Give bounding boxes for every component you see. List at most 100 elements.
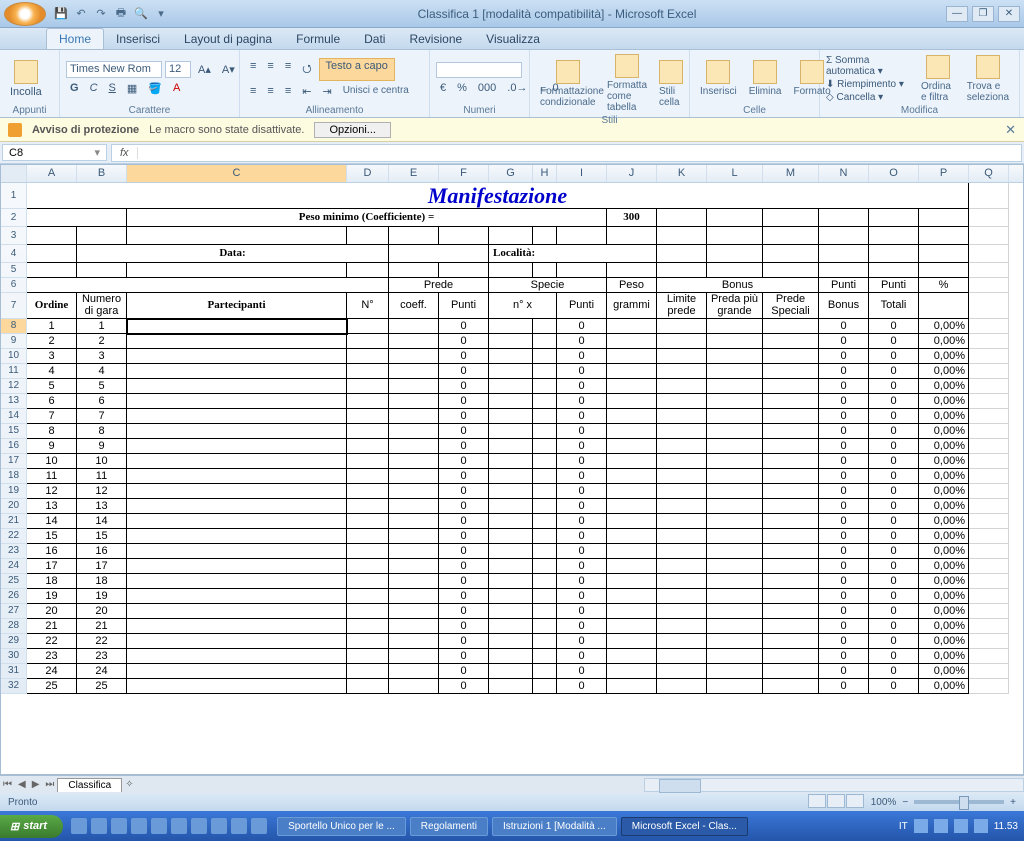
undo-icon[interactable]: ↶ [74,7,88,21]
col-N[interactable]: N [819,165,869,182]
delete-cells-button[interactable]: Elimina [745,58,786,99]
indent-inc-button[interactable]: ⇥ [318,83,335,100]
shrink-font-button[interactable]: A▾ [218,61,239,78]
cell-styles-button[interactable]: Stili cella [655,58,687,110]
merge-button[interactable]: Unisci e centra [339,83,413,100]
cond-format-button[interactable]: Formattazione condizionale [536,58,599,110]
ql-icon-7[interactable] [191,818,207,834]
ql-icon-3[interactable] [111,818,127,834]
save-icon[interactable]: 💾 [54,7,68,21]
tab-review[interactable]: Revisione [397,29,474,49]
tab-home[interactable]: Home [46,28,104,49]
tab-insert[interactable]: Inserisci [104,29,172,49]
underline-button[interactable]: S [105,80,120,97]
ql-icon-10[interactable] [251,818,267,834]
col-I[interactable]: I [557,165,607,182]
col-B[interactable]: B [77,165,127,182]
ql-icon-1[interactable] [71,818,87,834]
select-all-corner[interactable] [1,165,27,182]
col-O[interactable]: O [869,165,919,182]
col-J[interactable]: J [607,165,657,182]
tray-icon-1[interactable] [914,819,928,833]
ql-icon-2[interactable] [91,818,107,834]
start-button[interactable]: ⊞start [0,815,63,838]
taskbar-item-3[interactable]: Istruzioni 1 [Modalità ... [492,817,617,836]
wrap-text-button[interactable]: Testo a capo [319,58,395,81]
sort-filter-button[interactable]: Ordina e filtra [917,53,959,105]
cells-area[interactable]: ManifestazionePeso minimo (Coefficiente)… [27,183,1009,694]
font-name-select[interactable]: Times New Rom [66,61,162,78]
minimize-button[interactable]: — [946,6,968,22]
autosum-button[interactable]: Σ Somma automatica ▾ [826,55,913,77]
view-pagebreak[interactable] [846,794,864,808]
tab-layout[interactable]: Layout di pagina [172,29,284,49]
preview-icon[interactable]: 🔍 [134,7,148,21]
tab-view[interactable]: Visualizza [474,29,552,49]
find-select-button[interactable]: Trova e seleziona [963,53,1013,105]
security-options-button[interactable]: Opzioni... [314,122,390,138]
close-button[interactable]: ✕ [998,6,1020,22]
taskbar-item-2[interactable]: Regolamenti [410,817,488,836]
col-K[interactable]: K [657,165,707,182]
ql-icon-4[interactable] [131,818,147,834]
ql-icon-9[interactable] [231,818,247,834]
percent-button[interactable]: % [453,80,471,96]
tab-data[interactable]: Dati [352,29,397,49]
grow-font-button[interactable]: A▴ [194,61,215,78]
col-H[interactable]: H [533,165,557,182]
italic-button[interactable]: C [86,80,102,97]
zoom-level[interactable]: 100% [871,797,897,808]
qat-more-icon[interactable]: ▾ [154,7,168,21]
insert-cells-button[interactable]: Inserisci [696,58,741,99]
view-layout[interactable] [827,794,845,808]
align-bot-button[interactable]: ≡ [281,58,295,81]
view-normal[interactable] [808,794,826,808]
security-close-button[interactable]: ✕ [1005,122,1016,138]
orientation-button[interactable]: ⭯ [298,58,315,81]
indent-dec-button[interactable]: ⇤ [298,83,315,100]
ql-icon-8[interactable] [211,818,227,834]
horizontal-scrollbar[interactable] [644,778,1024,792]
col-G[interactable]: G [489,165,533,182]
tray-icon-2[interactable] [934,819,948,833]
currency-button[interactable]: € [436,80,450,96]
align-mid-button[interactable]: ≡ [263,58,277,81]
tray-clock[interactable]: 11.53 [994,821,1018,832]
taskbar-item-4[interactable]: Microsoft Excel - Clas... [621,817,748,836]
comma-button[interactable]: 000 [474,80,500,96]
ql-icon-6[interactable] [171,818,187,834]
tray-lang[interactable]: IT [899,821,908,832]
sheet-tab-classifica[interactable]: Classifica [57,778,122,792]
tray-icon-4[interactable] [974,819,988,833]
taskbar-item-1[interactable]: Sportello Unico per le ... [277,817,406,836]
tab-nav-last[interactable]: ⏭ [42,779,57,790]
zoom-slider[interactable] [914,800,1004,804]
office-button[interactable] [4,2,46,26]
col-Q[interactable]: Q [969,165,1009,182]
col-M[interactable]: M [763,165,819,182]
fill-button[interactable]: ⬇ Riempimento ▾ [826,79,913,90]
tab-nav-next[interactable]: ▶ [29,779,43,790]
font-color-button[interactable]: A [169,80,184,97]
zoom-in-button[interactable]: + [1010,797,1016,808]
fx-icon[interactable]: fx [112,147,138,159]
inc-decimal-button[interactable]: .0→ [503,80,531,96]
col-P[interactable]: P [919,165,969,182]
col-F[interactable]: F [439,165,489,182]
spreadsheet-grid[interactable]: A B C D E F G H I J K L M N O P Q 123456… [0,164,1024,775]
tab-formulas[interactable]: Formule [284,29,352,49]
paste-button[interactable]: Incolla [6,58,46,100]
col-L[interactable]: L [707,165,763,182]
name-box[interactable]: C8▾ [2,144,107,161]
number-format-select[interactable] [436,62,522,78]
ql-icon-5[interactable] [151,818,167,834]
align-left-button[interactable]: ≡ [246,83,260,100]
col-E[interactable]: E [389,165,439,182]
clear-button[interactable]: ◇ Cancella ▾ [826,92,913,103]
bold-button[interactable]: G [66,80,83,97]
align-center-button[interactable]: ≡ [263,83,277,100]
restore-button[interactable]: ❐ [972,6,994,22]
col-A[interactable]: A [27,165,77,182]
redo-icon[interactable]: ↷ [94,7,108,21]
new-sheet-button[interactable]: ✧ [122,779,136,790]
